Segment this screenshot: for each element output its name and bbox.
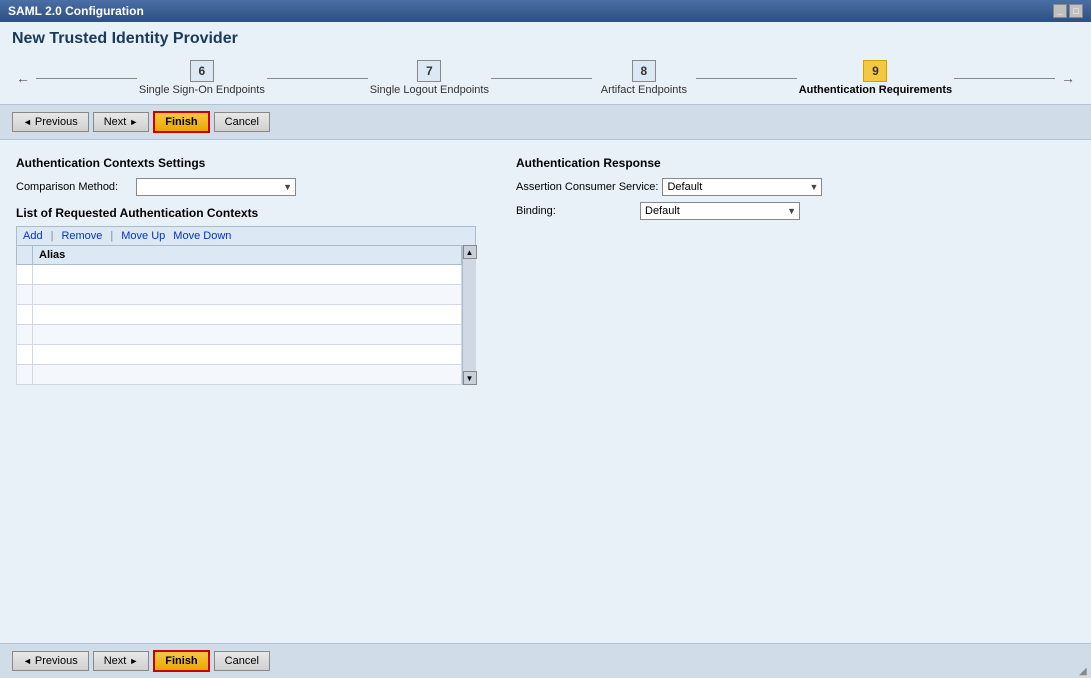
top-toolbar: Previous Next Finish Cancel (0, 105, 1091, 140)
alias-cell-2 (33, 285, 462, 305)
vertical-scrollbar[interactable]: ▲ ▼ (462, 245, 476, 385)
step-8: 8 Artifact Endpoints (594, 60, 694, 96)
alias-cell-1 (33, 265, 462, 285)
table-row (17, 285, 462, 305)
step-6-label: Single Sign-On Endpoints (139, 84, 265, 96)
title-bar-text: SAML 2.0 Configuration (8, 4, 144, 18)
alias-cell-4 (33, 325, 462, 345)
comparison-method-select[interactable]: Exact Minimum Maximum Better (136, 178, 296, 196)
step-7-label: Single Logout Endpoints (370, 84, 489, 96)
step-6-number: 6 (190, 60, 214, 82)
sep-2: | (110, 230, 113, 242)
auth-contexts-title: Authentication Contexts Settings (16, 156, 476, 170)
step-7-number: 7 (417, 60, 441, 82)
wizard-line-4 (696, 78, 797, 79)
list-toolbar: Add | Remove | Move Up Move Down (16, 226, 476, 245)
add-button[interactable]: Add (23, 230, 43, 242)
row-selector-header (17, 246, 33, 265)
bottom-finish-button[interactable]: Finish (153, 650, 209, 672)
scroll-up-button[interactable]: ▲ (463, 245, 477, 259)
top-cancel-button[interactable]: Cancel (214, 112, 270, 132)
list-table-area: Alias (16, 245, 476, 385)
bottom-next-button[interactable]: Next (93, 651, 150, 671)
left-panel: Authentication Contexts Settings Compari… (16, 156, 476, 627)
top-next-button[interactable]: Next (93, 112, 150, 132)
right-panel: Authentication Response Assertion Consum… (516, 156, 1075, 627)
step-8-label: Artifact Endpoints (601, 84, 687, 96)
step-8-number: 8 (632, 60, 656, 82)
alias-cell-5 (33, 345, 462, 365)
table-row (17, 265, 462, 285)
list-table: Alias (16, 245, 462, 385)
resize-handle[interactable]: ◢ (1079, 666, 1091, 678)
bottom-cancel-button[interactable]: Cancel (214, 651, 270, 671)
move-down-button[interactable]: Move Down (173, 230, 231, 242)
step-9: 9 Authentication Requirements (799, 60, 952, 96)
top-previous-button[interactable]: Previous (12, 112, 89, 132)
wizard-line-3 (491, 78, 592, 79)
bottom-toolbar: Previous Next Finish Cancel (0, 643, 1091, 678)
step-7: 7 Single Logout Endpoints (370, 60, 489, 96)
step-9-label: Authentication Requirements (799, 84, 952, 96)
content-area: Authentication Contexts Settings Compari… (0, 140, 1091, 643)
bottom-previous-button[interactable]: Previous (12, 651, 89, 671)
title-bar: SAML 2.0 Configuration _ □ (0, 0, 1091, 22)
table-row (17, 365, 462, 385)
binding-select[interactable]: Default POST Redirect Artifact (640, 202, 800, 220)
step-6: 6 Single Sign-On Endpoints (139, 60, 265, 96)
table-row (17, 305, 462, 325)
title-bar-buttons: _ □ (1053, 4, 1083, 18)
comparison-method-label: Comparison Method: (16, 181, 136, 193)
row-sel-5 (17, 345, 33, 365)
maximize-button[interactable]: □ (1069, 4, 1083, 18)
minimize-button[interactable]: _ (1053, 4, 1067, 18)
binding-label: Binding: (516, 205, 636, 217)
binding-select-wrapper: Default POST Redirect Artifact (640, 202, 800, 220)
scroll-down-button[interactable]: ▼ (463, 371, 477, 385)
assertion-consumer-select[interactable]: Default POST Artifact (662, 178, 822, 196)
move-up-button[interactable]: Move Up (121, 230, 165, 242)
top-finish-button[interactable]: Finish (153, 111, 209, 133)
list-section-title: List of Requested Authentication Context… (16, 206, 476, 220)
assertion-consumer-row: Assertion Consumer Service: Default POST… (516, 178, 1075, 196)
page-header: New Trusted Identity Provider ← 6 Single… (0, 22, 1091, 105)
alias-cell-3 (33, 305, 462, 325)
sep-1: | (51, 230, 54, 242)
step-9-number: 9 (863, 60, 887, 82)
binding-row: Binding: Default POST Redirect Artifact (516, 202, 1075, 220)
auth-response-title: Authentication Response (516, 156, 1075, 170)
main-container: New Trusted Identity Provider ← 6 Single… (0, 22, 1091, 678)
wizard-line-5 (954, 78, 1055, 79)
row-sel-2 (17, 285, 33, 305)
alias-header: Alias (33, 246, 462, 265)
assertion-consumer-select-wrapper: Default POST Artifact (662, 178, 822, 196)
wizard-right-arrow: → (1061, 70, 1075, 86)
alias-cell-6 (33, 365, 462, 385)
wizard-left-arrow: ← (16, 70, 30, 86)
remove-button[interactable]: Remove (61, 230, 102, 242)
row-sel-6 (17, 365, 33, 385)
assertion-consumer-label: Assertion Consumer Service: (516, 181, 658, 193)
wizard-steps: ← 6 Single Sign-On Endpoints 7 Single Lo… (12, 56, 1079, 100)
row-sel-1 (17, 265, 33, 285)
row-sel-4 (17, 325, 33, 345)
comparison-method-row: Comparison Method: Exact Minimum Maximum… (16, 178, 476, 196)
page-title: New Trusted Identity Provider (12, 30, 1079, 48)
row-sel-3 (17, 305, 33, 325)
table-row (17, 325, 462, 345)
wizard-line-1 (36, 78, 137, 79)
comparison-method-select-wrapper: Exact Minimum Maximum Better (136, 178, 296, 196)
table-row (17, 345, 462, 365)
wizard-line-2 (267, 78, 368, 79)
